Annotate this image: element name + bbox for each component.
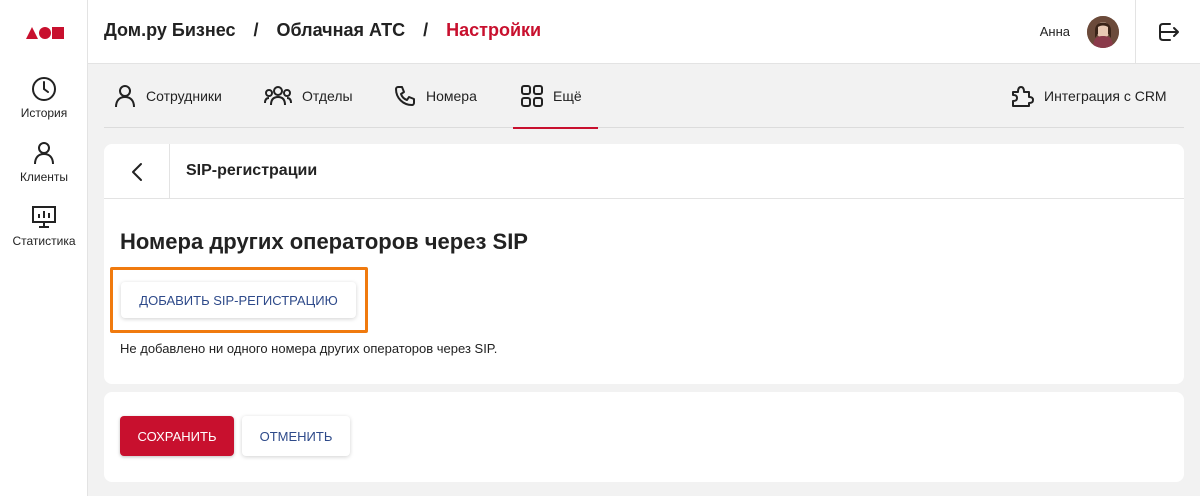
sidebar-item-history[interactable]: История — [0, 76, 88, 120]
add-sip-registration-button[interactable]: ДОБАВИТЬ SIP-РЕГИСТРАЦИЮ — [121, 282, 356, 318]
card-title: SIP-регистрации — [186, 162, 318, 179]
sidebar-item-label: Клиенты — [19, 170, 69, 184]
breadcrumb-item-settings: Настройки — [446, 20, 542, 40]
tab-more[interactable]: Ещё — [513, 64, 598, 129]
phone-icon — [395, 86, 415, 106]
section-title: Номера других операторов через SIP — [120, 229, 528, 254]
chevron-left-icon — [131, 162, 142, 181]
card-header: SIP-регистрации — [104, 144, 1184, 199]
tab-departments[interactable]: Отделы — [264, 64, 353, 128]
breadcrumb-item-business[interactable]: Дом.ру Бизнес — [104, 20, 236, 41]
empty-state-text: Не добавлено ни одного номера других опе… — [120, 341, 498, 356]
tab-label: Сотрудники — [146, 88, 222, 104]
sidebar-item-label: Статистика — [12, 234, 76, 248]
puzzle-icon — [1012, 86, 1034, 107]
main-content: Сотрудники Отделы Номера Ещё Интеграция … — [88, 64, 1200, 496]
tab-employees[interactable]: Сотрудники — [114, 64, 222, 128]
breadcrumb-item-cloud-pbx[interactable]: Облачная АТС — [277, 20, 406, 41]
sidebar-item-clients[interactable]: Клиенты — [0, 140, 88, 184]
top-header: Дом.ру Бизнес / Облачная АТС / Настройки… — [88, 0, 1200, 64]
tab-label: Интеграция с CRM — [1044, 88, 1167, 104]
avatar[interactable] — [1087, 16, 1119, 48]
left-sidebar: История Клиенты Статистика — [0, 0, 88, 496]
breadcrumb-separator: / — [423, 20, 429, 40]
header-divider — [1135, 0, 1136, 64]
grid-icon — [521, 85, 543, 107]
sidebar-item-label: История — [20, 106, 68, 120]
back-button[interactable] — [104, 144, 170, 199]
tab-label: Отделы — [302, 88, 353, 104]
chart-monitor-icon — [32, 206, 56, 228]
clock-icon — [32, 77, 56, 101]
app-root: История Клиенты Статистика Дом.ру Бизнес — [0, 0, 1200, 496]
sidebar-item-statistics[interactable]: Статистика — [0, 204, 88, 248]
save-button[interactable]: СОХРАНИТЬ — [120, 416, 234, 456]
cancel-button[interactable]: ОТМЕНИТЬ — [242, 416, 350, 456]
breadcrumb-separator: / — [253, 20, 259, 40]
group-icon — [264, 86, 292, 106]
avatar-image — [1087, 16, 1119, 48]
actions-card: СОХРАНИТЬ ОТМЕНИТЬ — [104, 392, 1184, 482]
user-name[interactable]: Анна — [1040, 24, 1070, 39]
sip-registrations-card: SIP-регистрации Номера других операторов… — [104, 144, 1184, 384]
logout-icon[interactable] — [1156, 20, 1180, 44]
brand-logo[interactable] — [26, 26, 64, 40]
tab-crm-integration[interactable]: Интеграция с CRM — [1010, 64, 1167, 128]
tab-numbers[interactable]: Номера — [394, 64, 477, 128]
person-icon — [34, 142, 54, 165]
breadcrumb: Дом.ру Бизнес / Облачная АТС / Настройки — [104, 20, 541, 41]
tab-label: Ещё — [553, 88, 582, 104]
tab-bar: Сотрудники Отделы Номера Ещё Интеграция … — [104, 64, 1184, 129]
tab-label: Номера — [426, 88, 477, 104]
person-icon — [115, 85, 135, 108]
